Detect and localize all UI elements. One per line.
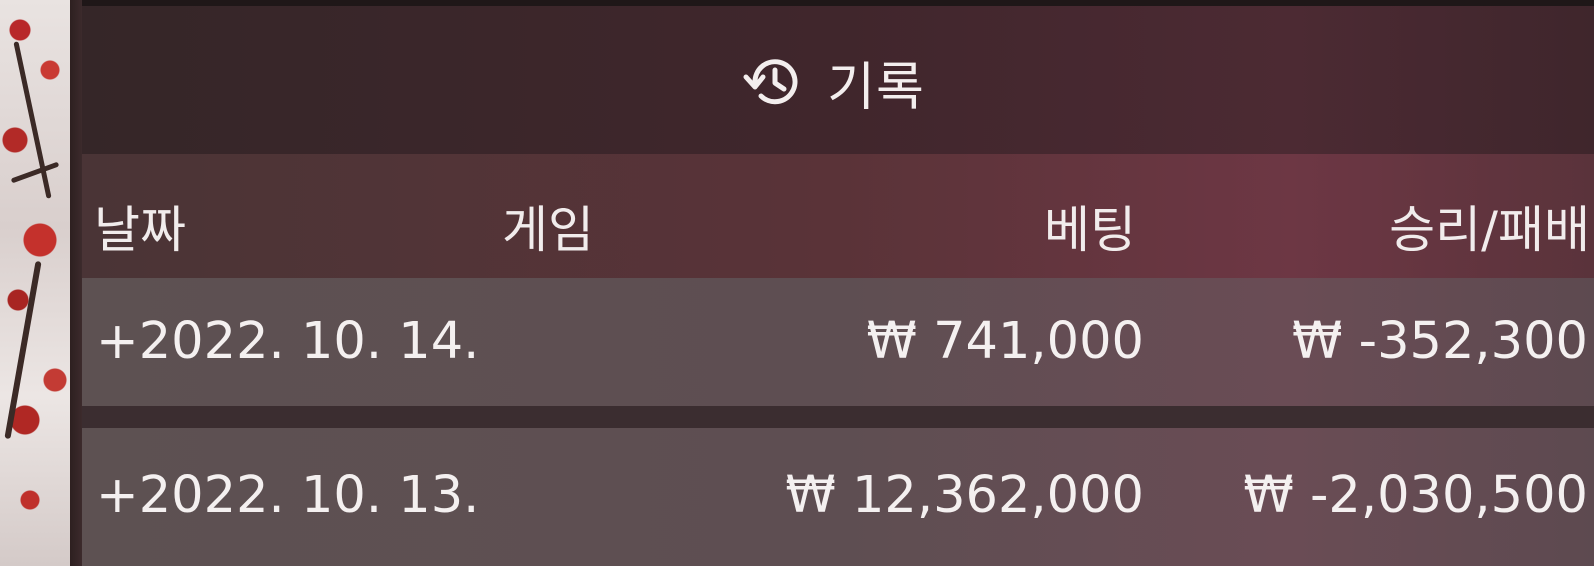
row-date: +2022. 10. 14. [96,312,480,371]
app-root: 기록 날짜 게임 베팅 승리/패배 +2022. 10. 14. ₩ 741,0… [0,0,1594,566]
panel-edge [70,0,82,566]
column-header-game[interactable]: 게임 [502,190,594,262]
column-header-date[interactable]: 날짜 [94,190,186,262]
table-row[interactable]: +2022. 10. 13. ₩ 12,362,000 ₩ -2,030,500 [82,428,1594,566]
history-icon [741,50,805,114]
column-header-bet[interactable]: 베팅 [1044,190,1136,262]
wallpaper-strip [0,0,80,566]
history-title: 기록 [827,57,925,118]
table-header: 날짜 게임 베팅 승리/패배 [82,154,1594,278]
row-bet: ₩ 741,000 [866,312,1144,371]
column-header-result[interactable]: 승리/패배 [1389,190,1590,262]
title-group: 기록 [741,45,925,120]
row-divider [82,406,1594,428]
row-date: +2022. 10. 13. [96,466,480,525]
row-bet: ₩ 12,362,000 [785,466,1144,525]
history-panel: 기록 날짜 게임 베팅 승리/패배 +2022. 10. 14. ₩ 741,0… [82,0,1594,566]
table-row[interactable]: +2022. 10. 14. ₩ 741,000 ₩ -352,300 [82,278,1594,406]
row-result: ₩ -352,300 [1292,312,1588,371]
history-title-bar: 기록 [82,6,1594,154]
row-result: ₩ -2,030,500 [1243,466,1588,525]
